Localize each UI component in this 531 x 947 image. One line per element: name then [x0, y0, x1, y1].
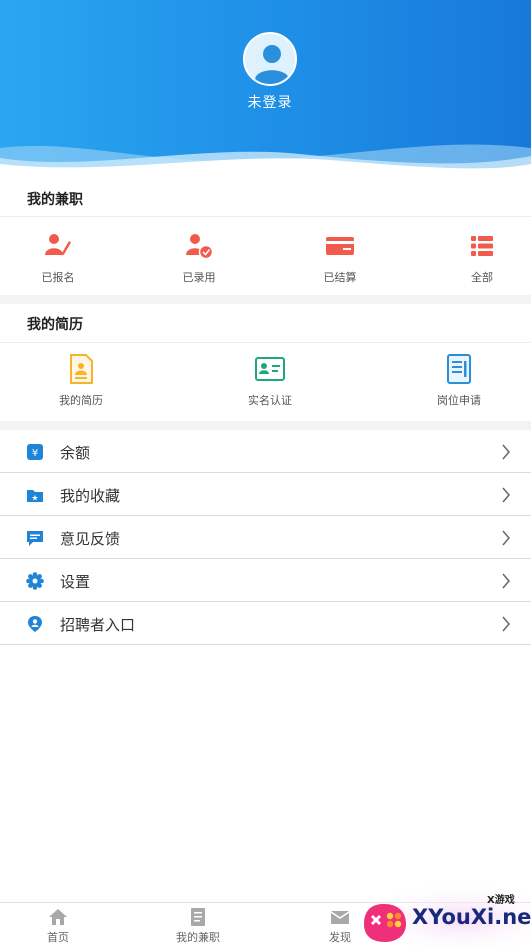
login-status-text[interactable]: 未登录 — [0, 92, 531, 112]
menu-recruiter-entry[interactable]: 招聘者入口 — [0, 602, 531, 645]
id-card-icon — [255, 357, 285, 381]
tab-home[interactable]: 首页 — [13, 907, 103, 945]
jobs-item-label: 已结算 — [323, 271, 357, 284]
wallet-icon: ¥ — [27, 444, 43, 460]
home-icon — [49, 909, 67, 925]
resume-item-label: 实名认证 — [248, 394, 292, 407]
watermark-tag: X游戏 — [487, 895, 515, 906]
menu-item-label: 设置 — [60, 573, 91, 591]
jobs-signed-up[interactable]: 已报名 — [8, 231, 108, 285]
svg-text:★: ★ — [31, 494, 38, 503]
tab-label: 首页 — [47, 931, 69, 944]
avatar[interactable] — [243, 32, 297, 86]
profile-page: 未登录 我的兼职 已报名 已录用 已结算 全部 我的简历 我的简历 实名认证 岗… — [0, 0, 531, 947]
resume-job-application[interactable]: 岗位申请 — [409, 354, 509, 408]
settings-gear-icon — [26, 572, 44, 590]
svg-text:¥: ¥ — [32, 448, 38, 459]
resume-my-resume[interactable]: 我的简历 — [31, 354, 131, 408]
application-doc-icon — [447, 354, 471, 384]
menu-favorites[interactable]: ★ 我的收藏 — [0, 473, 531, 516]
resume-doc-icon — [70, 354, 93, 384]
watermark-brand: XYouXi.net — [412, 905, 531, 929]
chevron-right-icon — [502, 487, 510, 503]
menu-settings[interactable]: 设置 — [0, 559, 531, 602]
user-avatar-icon — [255, 45, 289, 84]
feedback-icon — [27, 531, 43, 546]
my-resume-title: 我的简历 — [27, 317, 83, 333]
jobs-item-label: 全部 — [471, 271, 493, 284]
tab-label: 我的兼职 — [176, 931, 220, 944]
jobs-settled[interactable]: 已结算 — [290, 231, 390, 285]
jobs-hired[interactable]: 已录用 — [149, 231, 249, 285]
signed-up-icon — [45, 234, 71, 256]
menu-item-label: 招聘者入口 — [60, 616, 136, 634]
tab-my-jobs[interactable]: 我的兼职 — [153, 907, 243, 945]
chevron-right-icon — [502, 616, 510, 632]
resume-verification[interactable]: 实名认证 — [220, 354, 320, 408]
settled-card-icon — [326, 237, 354, 255]
menu-balance[interactable]: ¥ 余额 — [0, 430, 531, 473]
section-gap — [0, 295, 531, 304]
menu-item-label: 意见反馈 — [60, 530, 121, 548]
jobs-item-label: 已录用 — [182, 271, 216, 284]
divider — [0, 216, 531, 217]
menu-item-label: 余额 — [60, 444, 91, 462]
recruiter-location-icon — [28, 616, 42, 632]
menu-feedback[interactable]: 意见反馈 — [0, 516, 531, 559]
my-jobs-title: 我的兼职 — [27, 192, 83, 208]
divider — [0, 342, 531, 343]
document-icon — [191, 908, 205, 926]
list-icon — [471, 236, 493, 256]
profile-header: 未登录 — [0, 0, 531, 178]
jobs-all[interactable]: 全部 — [432, 231, 531, 285]
resume-item-label: 我的简历 — [59, 394, 103, 407]
jobs-item-label: 已报名 — [41, 271, 75, 284]
menu-item-label: 我的收藏 — [60, 487, 121, 505]
chevron-right-icon — [502, 573, 510, 589]
hired-icon — [186, 234, 214, 260]
chevron-right-icon — [502, 444, 510, 460]
mail-icon — [330, 911, 350, 924]
chevron-right-icon — [502, 530, 510, 546]
resume-item-label: 岗位申请 — [437, 394, 481, 407]
header-wave-decoration — [0, 144, 531, 178]
favorite-folder-icon: ★ — [27, 490, 43, 503]
section-gap — [0, 421, 531, 430]
